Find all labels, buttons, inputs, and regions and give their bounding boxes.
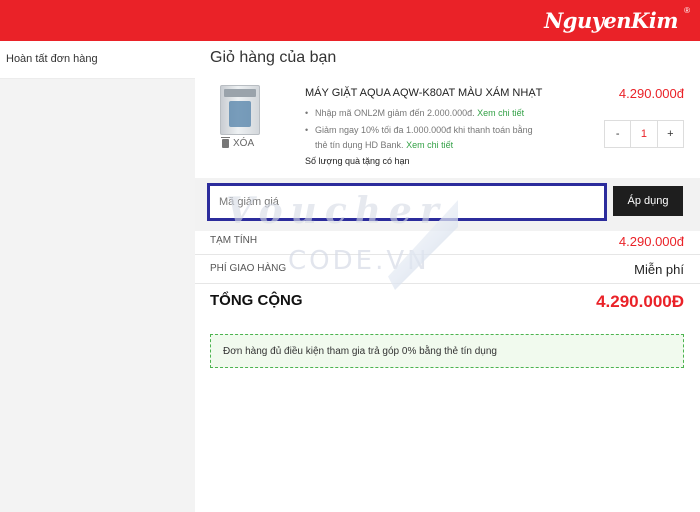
trash-icon [221, 137, 230, 148]
quantity-decrease-button[interactable]: - [605, 121, 630, 147]
quantity-stepper: - 1 + [604, 120, 684, 148]
quantity-value[interactable]: 1 [630, 121, 658, 147]
shipping-value: Miễn phí [634, 262, 684, 277]
promo-text: Nhập mã ONL2M giảm đến 2.000.000đ. [315, 108, 475, 118]
washer-lid [224, 89, 256, 97]
total-label: TỔNG CỘNG [210, 292, 303, 309]
total-value: 4.290.000Đ [596, 292, 684, 311]
product-name[interactable]: MÁY GIẶT AQUA AQW-K80AT MÀU XÁM NHẠT [305, 87, 542, 99]
coupon-input[interactable] [207, 183, 607, 221]
cart-panel: Giỏ hàng của bạn XÓA MÁY GIẶT AQUA AQW-K… [195, 41, 700, 512]
registered-mark: ® [684, 6, 690, 15]
divider [195, 283, 700, 284]
page-title: Giỏ hàng của bạn [210, 49, 337, 66]
apply-coupon-button[interactable]: Áp dụng [613, 186, 683, 216]
top-header: NguyenKim ® [0, 0, 700, 41]
shipping-label: PHÍ GIAO HÀNG [210, 263, 287, 274]
sidebar: Hoàn tất đơn hàng [0, 41, 195, 512]
coupon-section: Áp dụng [195, 178, 700, 231]
product-image[interactable] [220, 85, 260, 135]
subtotal-value: 4.290.000đ [618, 234, 684, 249]
delete-item-button[interactable]: XÓA [221, 137, 255, 149]
promo-detail-link[interactable]: Xem chi tiết [477, 108, 524, 118]
product-price: 4.290.000đ [618, 86, 684, 101]
quantity-increase-button[interactable]: + [658, 121, 683, 147]
washer-panel [229, 101, 251, 127]
promo-list: Nhập mã ONL2M giảm đến 2.000.000đ. Xem c… [305, 106, 545, 155]
gift-note: Số lượng quà tặng có hạn [305, 156, 410, 166]
delete-label: XÓA [233, 138, 255, 149]
promo-detail-link[interactable]: Xem chi tiết [406, 140, 453, 150]
divider [195, 254, 700, 255]
sidebar-item-complete-order[interactable]: Hoàn tất đơn hàng [0, 41, 195, 79]
promo-item: Giảm ngay 10% tối đa 1.000.000đ khi than… [305, 123, 545, 153]
subtotal-label: TẠM TÍNH [210, 235, 258, 246]
promo-item: Nhập mã ONL2M giảm đến 2.000.000đ. Xem c… [305, 106, 545, 121]
brand-logo[interactable]: NguyenKim [544, 8, 678, 33]
installment-notice: Đơn hàng đủ điều kiện tham gia trả góp 0… [210, 334, 684, 368]
